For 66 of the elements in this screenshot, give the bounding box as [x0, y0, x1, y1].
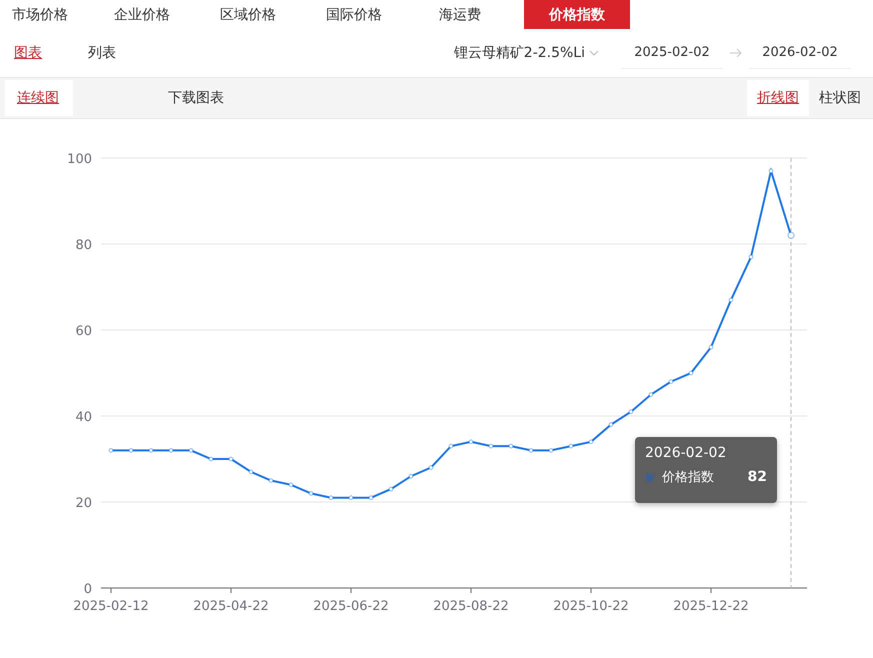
view-tab[interactable]: 图表: [14, 44, 42, 62]
data-point: [408, 474, 414, 478]
category-tab[interactable]: 价格指数: [524, 0, 630, 29]
data-point: [108, 448, 114, 453]
data-point: [448, 444, 454, 448]
data-point: [288, 482, 294, 488]
data-point: [328, 495, 334, 500]
data-point: [248, 470, 254, 474]
data-point: [728, 298, 734, 302]
data-point: [648, 392, 654, 397]
data-point: [388, 486, 394, 492]
category-tab[interactable]: 企业价格: [100, 0, 184, 29]
y-tick-label: 60: [75, 324, 92, 339]
y-tick-label: 100: [67, 152, 92, 167]
category-tab[interactable]: 市场价格: [0, 0, 80, 29]
data-point: [148, 448, 154, 453]
data-point: [668, 379, 674, 384]
chart-mode-tab[interactable]: 连续图: [5, 80, 73, 116]
data-point: [748, 254, 754, 260]
data-point: [768, 168, 774, 174]
x-tick-label: 2025-08-22: [433, 599, 509, 614]
x-tick-label: 2025-04-22: [193, 599, 269, 614]
data-point: [488, 444, 494, 448]
data-point: [268, 478, 274, 483]
data-point: [588, 440, 594, 444]
tooltip-value: 82: [748, 469, 767, 485]
data-point: [628, 409, 634, 414]
data-point: [188, 448, 194, 453]
data-point: [568, 444, 574, 448]
data-point: [548, 448, 554, 453]
data-point: [368, 495, 374, 500]
category-tab[interactable]: 海运费: [418, 0, 502, 29]
x-tick-label: 2025-02-12: [73, 599, 149, 614]
data-point: [508, 444, 514, 448]
data-point: [128, 448, 134, 453]
data-point: [428, 465, 434, 470]
data-point: [468, 440, 474, 444]
category-tab[interactable]: 国际价格: [312, 0, 396, 29]
data-point: [608, 422, 614, 427]
y-tick-label: 80: [75, 238, 92, 253]
data-point: [308, 491, 314, 496]
data-point: [208, 456, 214, 462]
data-point: [168, 448, 174, 453]
category-tab[interactable]: 区域价格: [206, 0, 290, 29]
data-point: [688, 370, 694, 376]
x-tick-label: 2025-06-22: [313, 599, 389, 614]
arrow-right-icon: [729, 48, 743, 58]
start-date-field[interactable]: 2025-02-02: [621, 37, 723, 69]
y-tick-label: 0: [84, 582, 92, 597]
chart-type-tab[interactable]: 折线图: [747, 80, 809, 116]
data-point: [788, 232, 794, 239]
view-tab[interactable]: 列表: [88, 44, 116, 62]
data-point: [348, 495, 354, 500]
chart-type-tab[interactable]: 柱状图: [809, 80, 871, 116]
x-tick-label: 2025-10-22: [553, 599, 629, 614]
data-point: [708, 344, 714, 350]
x-tick-label: 2025-12-22: [673, 599, 749, 614]
tooltip-series-name: 价格指数: [662, 469, 715, 486]
data-point: [528, 448, 534, 453]
chevron-down-icon: [589, 50, 599, 56]
download-chart-button[interactable]: 下载图表: [168, 89, 224, 107]
tooltip-date: 2026-02-02: [645, 445, 728, 461]
data-point: [228, 456, 234, 462]
y-tick-label: 20: [75, 496, 92, 511]
end-date-field[interactable]: 2026-02-02: [749, 37, 851, 69]
y-tick-label: 40: [75, 410, 92, 425]
